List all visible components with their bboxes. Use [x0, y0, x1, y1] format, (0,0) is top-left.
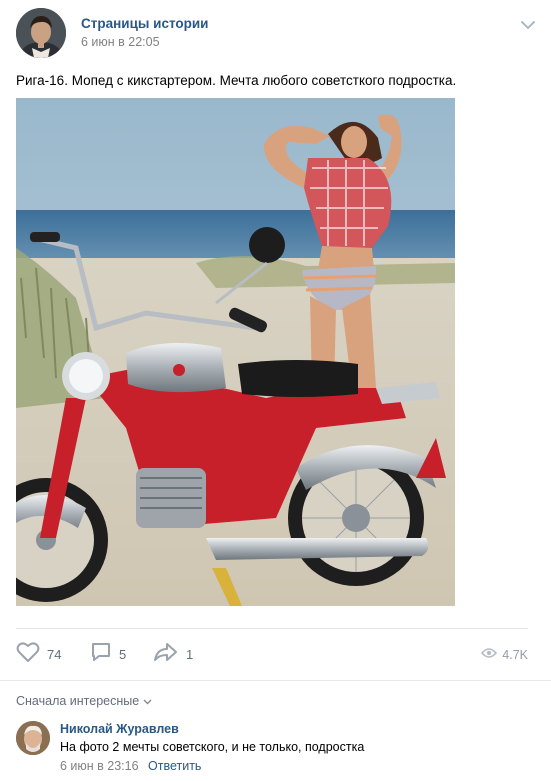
comment-count: 5	[119, 646, 127, 662]
views-counter: 4.7K	[481, 646, 528, 664]
post-photo[interactable]	[16, 98, 455, 606]
like-count: 74	[47, 646, 62, 662]
sort-label: Сначала интересные	[16, 694, 140, 708]
share-count: 1	[186, 646, 194, 662]
heart-icon	[16, 641, 40, 668]
commenter-avatar[interactable]	[16, 721, 50, 755]
like-button[interactable]: 74	[16, 640, 61, 668]
comment-button[interactable]: 5	[90, 640, 126, 668]
share-icon	[153, 641, 179, 668]
chevron-down-icon[interactable]	[520, 18, 536, 30]
community-name[interactable]: Страницы истории	[81, 16, 208, 31]
commenter-name[interactable]: Николай Журавлев	[60, 722, 179, 736]
post-actions: 74 5 1 4.7K	[16, 640, 528, 668]
actions-divider	[16, 628, 528, 629]
post-text: Рига-16. Мопед с кикстартером. Мечта люб…	[16, 73, 457, 88]
comment-icon	[90, 641, 112, 668]
share-button[interactable]: 1	[153, 640, 193, 668]
post-date[interactable]: 6 июн в 22:05	[81, 35, 160, 49]
community-avatar[interactable]	[16, 8, 66, 58]
comment-date[interactable]: 6 июн в 23:16	[60, 759, 139, 773]
chevron-down-icon	[143, 694, 152, 708]
comment-sort-dropdown[interactable]: Сначала интересные	[16, 694, 152, 708]
comments-divider	[0, 680, 551, 681]
comment-text: На фото 2 мечты советского, и не только,…	[60, 740, 365, 754]
post-header: Страницы истории 6 июн в 22:05	[16, 8, 536, 60]
reply-button[interactable]: Ответить	[148, 759, 201, 773]
eye-icon	[481, 646, 498, 664]
views-count: 4.7K	[502, 648, 528, 662]
wall-post: Страницы истории 6 июн в 22:05 Рига-16. …	[0, 0, 551, 781]
